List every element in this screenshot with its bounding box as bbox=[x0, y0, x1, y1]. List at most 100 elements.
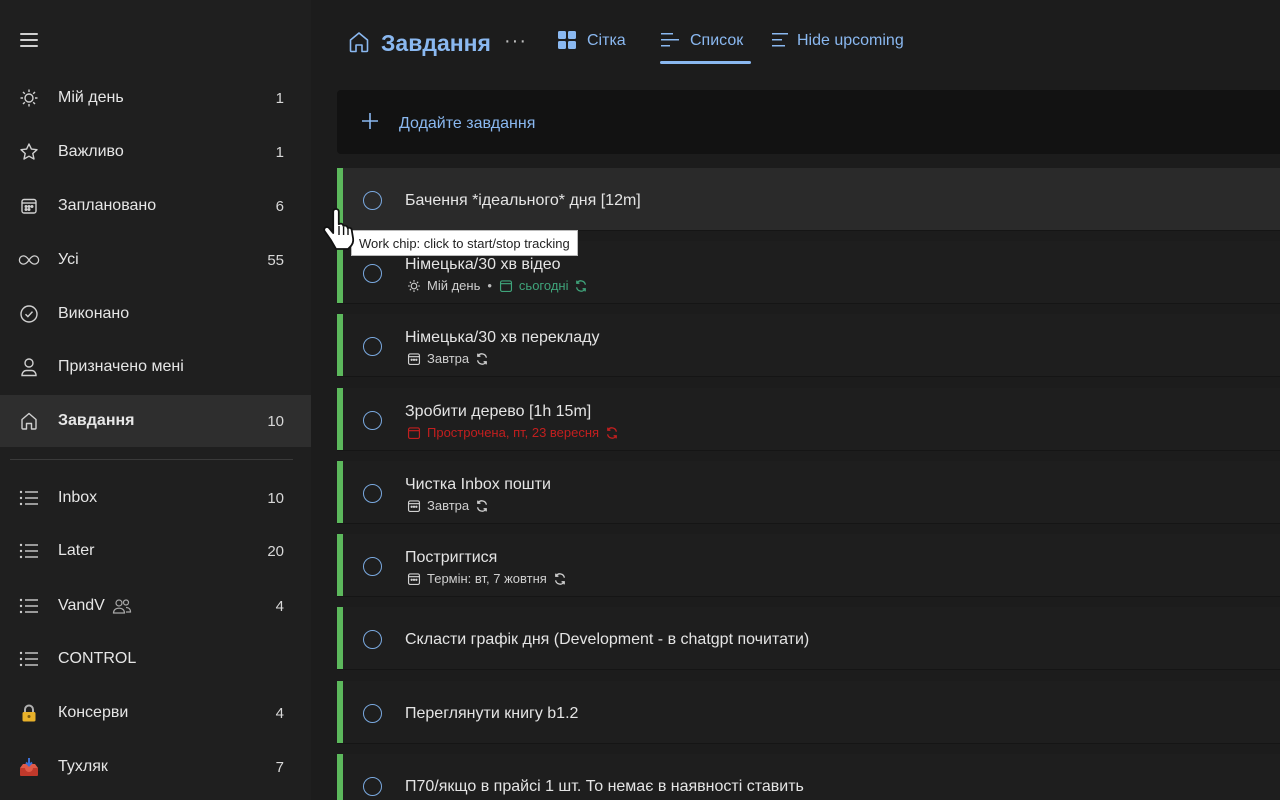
sidebar-item-label: Заплановано bbox=[58, 197, 157, 214]
page-title: Завдання bbox=[381, 30, 491, 56]
calendar-icon bbox=[407, 352, 421, 366]
due-date-label: Термін: вт, 7 жовтня bbox=[427, 571, 547, 586]
add-task-placeholder: Додайте завдання bbox=[399, 115, 536, 132]
task-row[interactable]: Чистка Inbox пошти Завтра bbox=[337, 461, 1280, 524]
hand-pointer-cursor-icon bbox=[323, 208, 355, 250]
task-color-stripe bbox=[337, 534, 343, 596]
task-title: Чистка Inbox пошти bbox=[405, 476, 551, 493]
sidebar-item-label: Консерви bbox=[58, 704, 129, 721]
home-icon bbox=[18, 410, 40, 432]
complete-checkbox[interactable] bbox=[363, 337, 382, 356]
complete-checkbox[interactable] bbox=[363, 557, 382, 576]
sidebar-item-label: Мій день bbox=[58, 89, 124, 106]
task-color-stripe bbox=[337, 388, 343, 450]
task-color-stripe bbox=[337, 681, 343, 743]
task-meta: Завтра bbox=[407, 498, 489, 513]
sidebar-item-count: 10 bbox=[267, 489, 284, 507]
complete-checkbox[interactable] bbox=[363, 630, 382, 649]
filter-list-icon bbox=[771, 30, 791, 50]
repeat-icon bbox=[553, 572, 567, 586]
sidebar-item-count: 4 bbox=[275, 704, 284, 722]
more-options-button[interactable]: ··· bbox=[504, 30, 527, 53]
complete-checkbox[interactable] bbox=[363, 777, 382, 796]
sidebar-item-count: 10 bbox=[267, 412, 284, 430]
list-icon bbox=[18, 487, 40, 509]
work-chip-tooltip: Work chip: click to start/stop tracking bbox=[351, 230, 578, 256]
sidebar-list-vandv[interactable]: VandV 4 bbox=[0, 580, 311, 632]
sidebar-list-inbox[interactable]: Inbox 10 bbox=[0, 472, 311, 524]
task-row[interactable]: Німецька/30 хв перекладу Завтра bbox=[337, 314, 1280, 377]
header: Завдання ··· Сітка Список Hide upcoming bbox=[311, 0, 1280, 80]
complete-checkbox[interactable] bbox=[363, 191, 382, 210]
tab-list[interactable]: Список bbox=[660, 30, 752, 64]
calendar-icon bbox=[407, 426, 421, 440]
sidebar-list-konservy[interactable]: Консерви 4 bbox=[0, 687, 311, 739]
calendar-icon bbox=[18, 195, 40, 217]
due-date-label: Завтра bbox=[427, 351, 470, 366]
sidebar-item-label: Виконано bbox=[58, 305, 130, 322]
list-icon bbox=[18, 648, 40, 670]
task-title: Бачення *ідеального* дня [12m] bbox=[405, 192, 641, 209]
sidebar-list-control[interactable]: CONTROL bbox=[0, 633, 311, 685]
task-row[interactable]: Переглянути книгу b1.2 bbox=[337, 681, 1280, 744]
complete-checkbox[interactable] bbox=[363, 484, 382, 503]
add-task-input[interactable]: Додайте завдання bbox=[337, 90, 1280, 154]
task-color-stripe bbox=[337, 461, 343, 523]
list-view-icon bbox=[660, 30, 680, 50]
complete-checkbox[interactable] bbox=[363, 704, 382, 723]
sidebar-item-count: 4 bbox=[275, 597, 284, 615]
repeat-icon bbox=[475, 352, 489, 366]
hamburger-menu-icon[interactable] bbox=[20, 33, 38, 47]
infinity-icon bbox=[18, 249, 40, 271]
sidebar-item-label: Призначено мені bbox=[58, 358, 184, 375]
calendar-icon bbox=[499, 279, 513, 293]
task-title: Німецька/30 хв відео bbox=[405, 256, 561, 273]
sidebar-item-count: 7 bbox=[275, 758, 284, 776]
sidebar-item-planned[interactable]: Заплановано 6 bbox=[0, 180, 311, 232]
tab-grid[interactable]: Сітка bbox=[557, 31, 626, 64]
plus-icon bbox=[361, 112, 379, 130]
complete-checkbox[interactable] bbox=[363, 264, 382, 283]
sidebar-item-label: CONTROL bbox=[58, 650, 137, 667]
sidebar-item-label: Усі bbox=[58, 251, 79, 268]
sidebar-item-count: 6 bbox=[275, 197, 284, 215]
repeat-icon bbox=[605, 426, 619, 440]
task-title: Зробити дерево [1h 15m] bbox=[405, 403, 592, 420]
task-color-stripe bbox=[337, 754, 343, 800]
due-date-label: сьогодні bbox=[518, 278, 569, 293]
tab-hide-upcoming[interactable]: Hide upcoming bbox=[771, 32, 904, 64]
my-day-label: Мій день bbox=[427, 278, 481, 293]
main-pane: Завдання ··· Сітка Список Hide upcoming … bbox=[311, 0, 1280, 800]
shared-people-icon bbox=[112, 598, 132, 619]
calendar-icon bbox=[407, 499, 421, 513]
sidebar: Мій день 1 Важливо 1 Заплановано 6 Усі 5… bbox=[0, 0, 311, 800]
list-icon bbox=[18, 540, 40, 562]
task-title: П70/якщо в прайсі 1 шт. То немає в наявн… bbox=[405, 778, 804, 795]
sidebar-item-all[interactable]: Усі 55 bbox=[0, 234, 311, 286]
complete-checkbox[interactable] bbox=[363, 411, 382, 430]
task-row[interactable]: Скласти графік дня (Development - в chat… bbox=[337, 607, 1280, 670]
task-row[interactable]: Постригтися Термін: вт, 7 жовтня bbox=[337, 534, 1280, 597]
due-date-label: Завтра bbox=[427, 498, 470, 513]
person-icon bbox=[18, 356, 40, 378]
task-row[interactable]: Бачення *ідеального* дня [12m] bbox=[337, 168, 1280, 231]
task-row[interactable]: П70/якщо в прайсі 1 шт. То немає в наявн… bbox=[337, 754, 1280, 800]
task-color-stripe bbox=[337, 607, 343, 669]
task-meta: Термін: вт, 7 жовтня bbox=[407, 571, 567, 586]
sidebar-item-my-day[interactable]: Мій день 1 bbox=[0, 72, 311, 124]
lock-emoji-icon bbox=[18, 702, 40, 724]
repeat-icon bbox=[475, 499, 489, 513]
sidebar-list-tukhlyak[interactable]: Тухляк 7 bbox=[0, 741, 311, 793]
sidebar-item-completed[interactable]: Виконано bbox=[0, 288, 311, 340]
sidebar-item-tasks[interactable]: Завдання 10 bbox=[0, 395, 311, 447]
task-meta: Прострочена, пт, 23 вересня bbox=[407, 425, 619, 440]
sidebar-list-later[interactable]: Later 20 bbox=[0, 525, 311, 577]
sidebar-item-assigned[interactable]: Призначено мені bbox=[0, 341, 311, 393]
sidebar-item-label: Завдання bbox=[58, 412, 135, 429]
sidebar-item-label: Later bbox=[58, 542, 95, 559]
sidebar-divider bbox=[10, 459, 293, 460]
inbox-tray-emoji-icon bbox=[18, 756, 40, 778]
sidebar-item-important[interactable]: Важливо 1 bbox=[0, 126, 311, 178]
sidebar-item-count: 20 bbox=[267, 542, 284, 560]
task-row[interactable]: Зробити дерево [1h 15m] Прострочена, пт,… bbox=[337, 388, 1280, 451]
